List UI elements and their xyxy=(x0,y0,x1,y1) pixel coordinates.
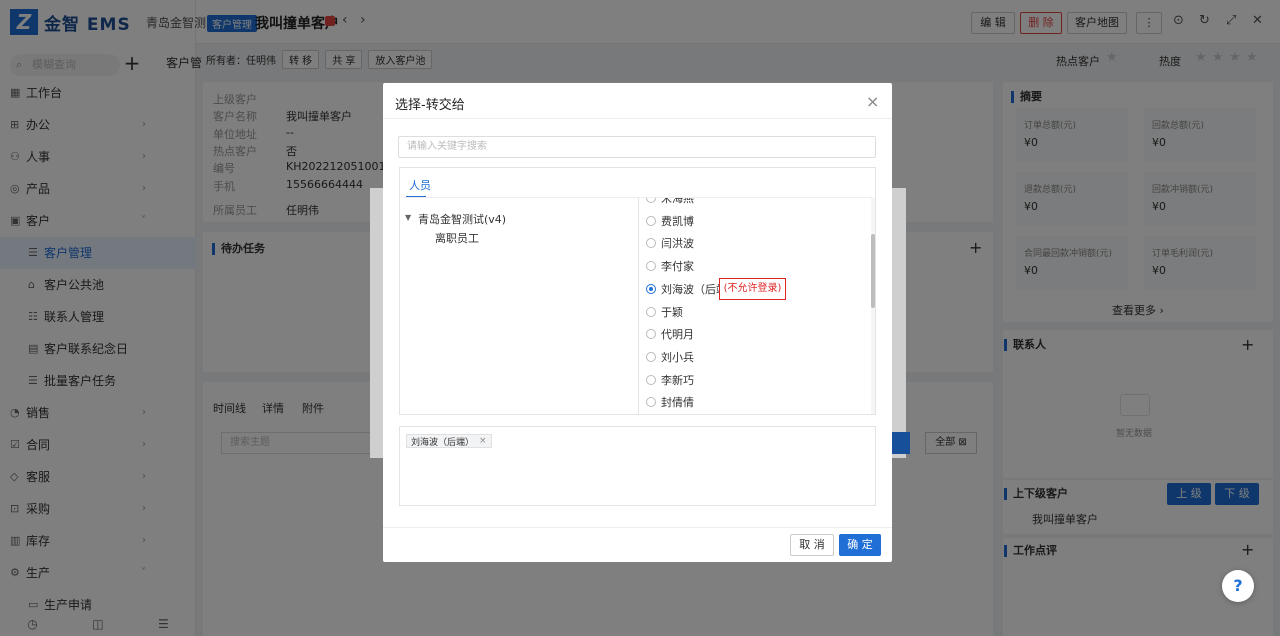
person-name: 封倩倩 xyxy=(661,396,694,410)
person-name: 于颖 xyxy=(661,305,683,319)
person-name: 刘小兵 xyxy=(661,350,694,364)
person-name: 宋海燕 xyxy=(661,198,694,205)
tree-node-org[interactable]: 青岛金智测试(v4) xyxy=(418,211,506,227)
background-button xyxy=(890,432,910,454)
person-name: 代明月 xyxy=(661,328,694,342)
radio-button[interactable] xyxy=(646,329,656,340)
radio-button[interactable] xyxy=(646,397,656,408)
radio-button[interactable] xyxy=(646,374,656,385)
person-name: 李付家 xyxy=(661,260,694,274)
person-name: 李新巧 xyxy=(661,373,694,387)
radio-button[interactable] xyxy=(646,215,656,226)
caret-down-icon[interactable]: ▼ xyxy=(405,213,411,222)
person-option[interactable]: 闫洪波 xyxy=(646,234,694,252)
dialog-search-input[interactable]: 请输入关键字搜索 xyxy=(398,136,876,158)
person-option[interactable]: 宋海燕 xyxy=(646,198,694,207)
dialog-footer-divider xyxy=(383,527,892,528)
person-option[interactable]: 刘小兵 xyxy=(646,348,694,366)
person-list: 封倩倩 李新巧 刘小兵 代明月 于颖 刘海波（后端 李付家 闫洪波 费凯博 宋海燕 (不允许登录) xyxy=(640,198,870,414)
help-icon[interactable]: ? xyxy=(1222,570,1254,602)
radio-button[interactable] xyxy=(646,306,656,317)
picker-column-divider xyxy=(638,198,639,415)
person-option[interactable]: 代明月 xyxy=(646,325,694,343)
login-not-allowed-badge: (不允许登录) xyxy=(719,278,786,300)
tree-node-resigned[interactable]: 离职员工 xyxy=(435,230,479,246)
radio-button[interactable] xyxy=(646,238,656,249)
person-option[interactable]: 封倩倩 xyxy=(646,393,694,411)
selected-chip: 刘海波（后端） × xyxy=(406,434,492,448)
person-option[interactable]: 费凯博 xyxy=(646,212,694,230)
tab-personnel[interactable]: 人员 xyxy=(409,177,431,193)
confirm-button[interactable]: 确 定 xyxy=(839,534,881,556)
selected-chip-label: 刘海波（后端） xyxy=(411,437,475,448)
radio-button[interactable] xyxy=(646,351,656,362)
close-icon[interactable]: × xyxy=(866,92,879,111)
radio-button[interactable] xyxy=(646,261,656,272)
radio-button[interactable] xyxy=(646,198,656,203)
radio-button[interactable] xyxy=(646,283,656,294)
cancel-button[interactable]: 取 消 xyxy=(790,534,834,556)
person-option[interactable]: 刘海波（后端 xyxy=(646,280,727,298)
person-option[interactable]: 于颖 xyxy=(646,303,683,321)
person-name: 刘海波（后端 xyxy=(661,282,727,296)
dialog-divider xyxy=(383,118,892,119)
person-option[interactable]: 李付家 xyxy=(646,257,694,275)
remove-chip-icon[interactable]: × xyxy=(479,436,487,446)
dialog-title: 选择-转交给 xyxy=(395,98,465,113)
scrollbar-thumb[interactable] xyxy=(871,234,875,308)
person-name: 费凯博 xyxy=(661,214,694,228)
person-name: 闫洪波 xyxy=(661,237,694,251)
person-option[interactable]: 李新巧 xyxy=(646,371,694,389)
